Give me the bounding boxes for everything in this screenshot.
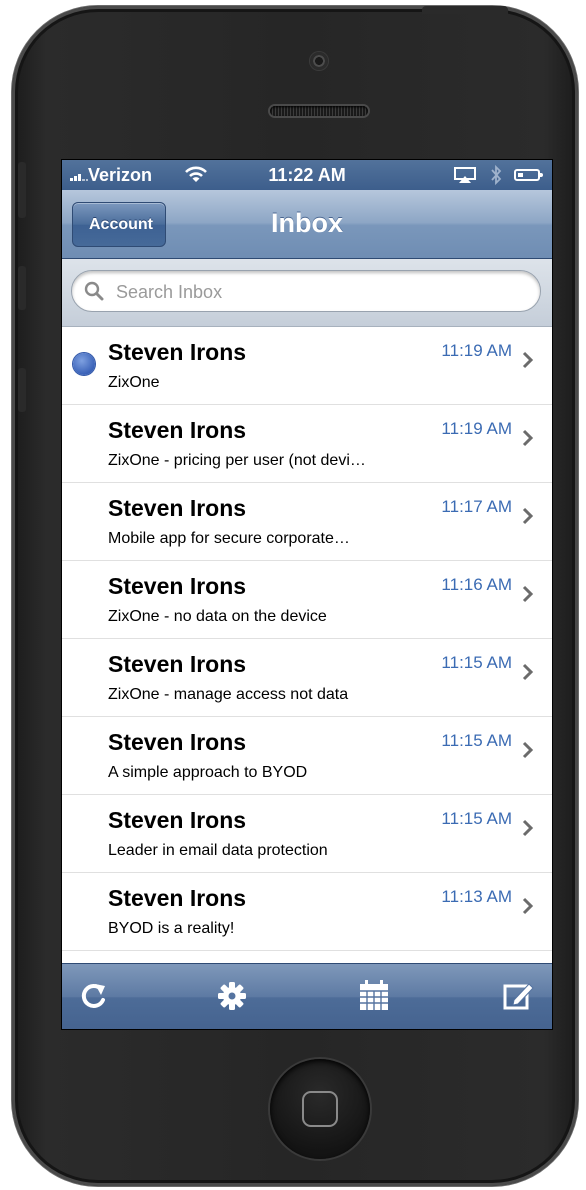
screen: Verizon 11:22 AM Account Inbox Search In…: [62, 160, 552, 1029]
message-row[interactable]: Steven Irons ZixOne - pricing per user (…: [62, 405, 552, 483]
search-placeholder: Search Inbox: [116, 282, 223, 302]
chevron-right-icon: [522, 507, 534, 525]
airplay-icon: [454, 167, 476, 183]
navigation-bar: Account Inbox: [62, 190, 552, 259]
chevron-right-icon: [522, 585, 534, 603]
message-row[interactable]: Steven Irons ZixOne - manage access not …: [62, 639, 552, 717]
message-time: 11:15 AM: [441, 731, 512, 750]
message-sender: Steven Irons: [108, 885, 247, 911]
calendar-icon[interactable]: [356, 978, 392, 1014]
gear-icon[interactable]: [214, 978, 250, 1014]
earpiece-speaker: [270, 106, 368, 116]
mute-switch: [18, 162, 26, 218]
message-subject: BYOD is a reality!: [108, 920, 235, 937]
page-title: Inbox: [271, 208, 343, 238]
message-list: Steven Irons ZixOne 11:19 AM Steven Iron…: [62, 327, 552, 951]
message-subject: ZixOne - manage access not data: [108, 686, 349, 703]
volume-up-button: [18, 266, 26, 310]
message-time: 11:15 AM: [441, 809, 512, 828]
unread-indicator: [73, 353, 95, 375]
message-time: 11:17 AM: [441, 497, 512, 516]
message-row[interactable]: Steven Irons Mobile app for secure corpo…: [62, 483, 552, 561]
message-subject: Mobile app for secure corporate…: [108, 530, 350, 547]
bluetooth-icon: [491, 164, 502, 186]
search-input[interactable]: Search Inbox: [71, 270, 541, 312]
message-time: 11:19 AM: [441, 419, 512, 438]
front-camera: [310, 52, 328, 70]
message-subject: Leader in email data protection: [108, 842, 328, 859]
power-button: [422, 6, 508, 14]
chevron-right-icon: [522, 663, 534, 681]
message-subject: ZixOne - no data on the device: [108, 608, 327, 625]
volume-down-button: [18, 368, 26, 412]
message-subject: ZixOne - pricing per user (not devi…: [108, 452, 366, 469]
message-sender: Steven Irons: [108, 417, 247, 443]
search-icon: [84, 281, 104, 301]
message-sender: Steven Irons: [108, 495, 247, 521]
message-time: 11:15 AM: [441, 653, 512, 672]
message-row[interactable]: Steven Irons A simple approach to BYOD 1…: [62, 717, 552, 795]
message-subject: A simple approach to BYOD: [108, 764, 308, 781]
status-time: 11:22 AM: [268, 165, 346, 185]
message-time: 11:19 AM: [441, 341, 512, 360]
message-sender: Steven Irons: [108, 729, 247, 755]
message-row[interactable]: Steven Irons BYOD is a reality! 11:13 AM: [62, 873, 552, 951]
chevron-right-icon: [522, 819, 534, 837]
chevron-right-icon: [522, 429, 534, 447]
chevron-right-icon: [522, 741, 534, 759]
message-row[interactable]: Steven Irons ZixOne 11:19 AM: [62, 327, 552, 405]
chevron-right-icon: [522, 897, 534, 915]
message-sender: Steven Irons: [108, 339, 247, 365]
status-bar: Verizon 11:22 AM: [62, 160, 552, 190]
message-sender: Steven Irons: [108, 651, 247, 677]
home-button-icon: [302, 1091, 338, 1127]
message-sender: Steven Irons: [108, 573, 247, 599]
message-time: 11:13 AM: [441, 887, 512, 906]
message-time: 11:16 AM: [441, 575, 512, 594]
message-row[interactable]: Steven Irons ZixOne - no data on the dev…: [62, 561, 552, 639]
compose-icon[interactable]: [500, 978, 536, 1014]
refresh-icon[interactable]: [76, 978, 112, 1014]
battery-icon: [514, 169, 543, 181]
message-sender: Steven Irons: [108, 807, 247, 833]
search-bar: Search Inbox: [62, 259, 552, 327]
home-button[interactable]: [270, 1059, 370, 1159]
bottom-toolbar: [62, 963, 552, 1029]
chevron-right-icon: [522, 351, 534, 369]
message-subject: ZixOne: [108, 374, 160, 391]
message-row[interactable]: Steven Irons Leader in email data protec…: [62, 795, 552, 873]
